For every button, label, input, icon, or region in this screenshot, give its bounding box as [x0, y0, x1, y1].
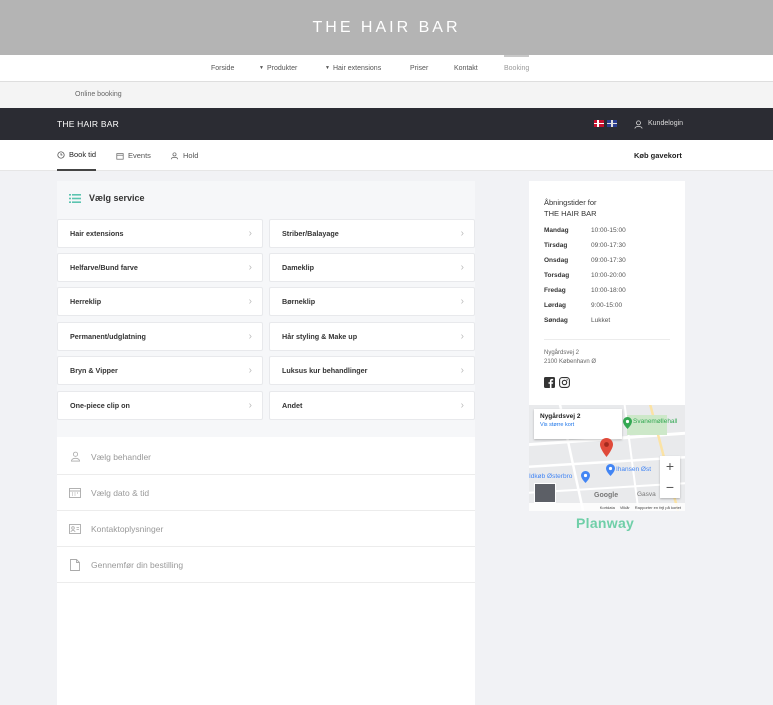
chevron-right-icon: › [460, 400, 464, 411]
service-option-styling-makeup[interactable]: Hår styling & Make up › [269, 322, 475, 351]
service-option-hair-extensions[interactable]: Hair extensions › [57, 219, 263, 248]
service-option-helfarve[interactable]: Helfarve/Bund farve › [57, 253, 263, 282]
service-option-dameklip[interactable]: Dameklip › [269, 253, 475, 282]
service-option-striber-balayage[interactable]: Striber/Balayage › [269, 219, 475, 248]
booking-tabs: Book tid Events Hold Køb gavekort [0, 140, 773, 171]
service-option-borneklip[interactable]: Børneklip › [269, 287, 475, 316]
map-report-link[interactable]: Rapporter en fejl på kortet [635, 505, 681, 510]
step-choose-stylist[interactable]: Vælg behandler [57, 439, 475, 475]
site-nav: Forside ▼ Produkter ▼ Hair extensions Pris… [0, 55, 773, 82]
booking-brand: THE HAIR BAR [57, 119, 119, 129]
larger-map-link[interactable]: Vis større kort [540, 422, 616, 428]
map-zoom-control: + − [660, 456, 680, 498]
customer-login-link[interactable]: Kundelogin [634, 108, 683, 140]
opening-hours-panel: Åbningstider for THE HAIR BAR Mandag 10:0… [529, 181, 685, 405]
breadcrumb-bar: Online booking [0, 82, 773, 108]
satellite-view-toggle[interactable] [534, 483, 556, 503]
map-footer: Kortdata Vilkår Rapporter en fejl på kor… [529, 503, 685, 511]
map-terms-link[interactable]: Vilkår [620, 505, 630, 510]
hours-row: Søndag Lukket [544, 317, 611, 324]
person-icon [69, 451, 81, 463]
chevron-right-icon: › [248, 331, 252, 342]
shop-marker-icon [606, 463, 615, 481]
divider [544, 339, 670, 340]
chevron-right-icon: › [460, 262, 464, 273]
user-icon [634, 119, 643, 129]
chevron-right-icon: › [248, 296, 252, 307]
clock-icon [57, 150, 65, 159]
nav-item-priser[interactable]: Priser [410, 55, 428, 82]
nav-item-booking[interactable]: Booking [504, 55, 530, 82]
step-contact-info[interactable]: Kontaktoplysninger [57, 511, 475, 547]
service-option-bryn-vipper[interactable]: Bryn & Vipper › [57, 356, 263, 385]
tab-book-tid[interactable]: Book tid [57, 140, 97, 171]
service-option-one-piece-clip[interactable]: One-piece clip on › [57, 391, 263, 420]
google-logo: Google [594, 492, 619, 499]
step-complete-booking[interactable]: Gennemfør din bestilling [57, 547, 475, 583]
hours-row: Onsdag 09:00-17:30 [544, 257, 626, 264]
buy-gift-card-link[interactable]: Køb gavekort [634, 140, 682, 171]
hours-row: Torsdag 10:00-20:00 [544, 272, 626, 279]
booking-main-panel: Vælg service Hair extensions › Striber/Ba… [57, 181, 475, 705]
chevron-right-icon: › [248, 365, 252, 376]
nav-item-forside[interactable]: Forside [211, 55, 234, 82]
step-choose-date-time[interactable]: Vælg dato & tid [57, 475, 475, 511]
chevron-right-icon: › [460, 296, 464, 307]
tab-events[interactable]: Events [116, 140, 151, 171]
english-flag-icon[interactable] [607, 120, 617, 127]
map-place-card: Nygårdsvej 2 Vis større kort [534, 409, 622, 439]
park-marker-icon [623, 416, 632, 434]
planway-logo[interactable]: Planway [576, 515, 634, 531]
shop-marker-icon [581, 470, 590, 488]
map-data-link[interactable]: Kortdata [600, 505, 615, 510]
opening-hours-title: Åbningstider for THE HAIR BAR [544, 198, 597, 218]
list-icon [69, 193, 81, 203]
caret-down-icon: ▼ [259, 65, 264, 71]
service-option-herreklip[interactable]: Herreklip › [57, 287, 263, 316]
document-icon [69, 558, 81, 571]
nav-item-hair-extensions[interactable]: ▼ Hair extensions [325, 55, 381, 82]
booking-header-bar: THE HAIR BAR Kundelogin [0, 108, 773, 140]
language-switcher [594, 120, 617, 127]
service-heading: Vælg service [69, 193, 145, 203]
service-selection-card: Vælg service Hair extensions › Striber/Ba… [57, 181, 475, 437]
danish-flag-icon[interactable] [594, 120, 604, 127]
chevron-right-icon: › [460, 365, 464, 376]
hours-row: Fredag 10:00-18:00 [544, 287, 626, 294]
social-links [544, 375, 570, 388]
service-option-luksus-kur[interactable]: Luksus kur behandlinger › [269, 356, 475, 385]
salon-address: Nygårdsvej 2 2100 København Ø [544, 350, 597, 365]
site-title: THE HAIR BAR [312, 18, 461, 36]
zoom-in-button[interactable]: + [660, 456, 680, 477]
calendar-icon [69, 487, 81, 499]
hours-row: Lørdag 9:00-15:00 [544, 302, 623, 309]
facebook-icon[interactable] [544, 375, 555, 388]
nav-item-kontakt[interactable]: Kontakt [454, 55, 478, 82]
location-pin-icon [600, 438, 613, 462]
chevron-right-icon: › [460, 228, 464, 239]
hours-row: Mandag 10:00-15:00 [544, 227, 626, 234]
caret-down-icon: ▼ [325, 65, 330, 71]
chevron-right-icon: › [460, 331, 464, 342]
chevron-right-icon: › [248, 400, 252, 411]
contact-card-icon [69, 523, 81, 535]
site-header: THE HAIR BAR [0, 0, 773, 55]
service-option-andet[interactable]: Andet › [269, 391, 475, 420]
nav-item-produkter[interactable]: ▼ Produkter [259, 55, 297, 82]
zoom-out-button[interactable]: − [660, 477, 680, 498]
breadcrumb: Online booking [75, 91, 122, 98]
chevron-right-icon: › [248, 262, 252, 273]
chevron-right-icon: › [248, 228, 252, 239]
people-icon [170, 151, 179, 159]
hours-row: Tirsdag 09:00-17:30 [544, 242, 626, 249]
service-option-permanent[interactable]: Permanent/udglatning › [57, 322, 263, 351]
instagram-icon[interactable] [559, 375, 570, 388]
location-map[interactable]: Nygårdsvej 2 Vis større kort Svanemølleh… [529, 405, 685, 511]
tab-hold[interactable]: Hold [170, 140, 198, 171]
calendar-icon [116, 152, 124, 160]
